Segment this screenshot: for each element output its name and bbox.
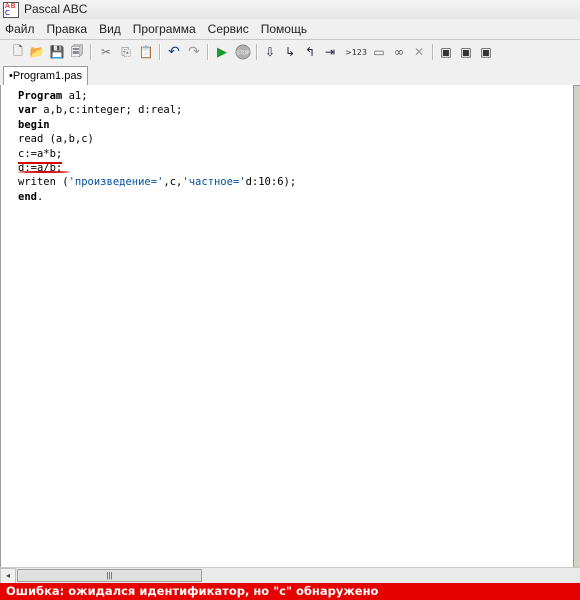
window-1-icon[interactable]: ▣ — [437, 43, 455, 61]
toolbar-separator — [256, 44, 258, 60]
copy-icon[interactable]: ⎘ — [117, 43, 135, 61]
menu-edit[interactable]: Правка — [41, 19, 94, 39]
code-line[interactable]: Program a1; — [18, 89, 296, 103]
watch-window-icon[interactable]: ▭ — [370, 43, 388, 61]
code-token: writen ( — [18, 176, 69, 189]
code-keyword: begin — [18, 118, 50, 131]
code-line[interactable]: end. — [18, 190, 296, 204]
error-status-bar: Ошибка: ожидался идентификатор, но "c" о… — [0, 583, 580, 600]
window-title: Pascal ABC — [24, 2, 88, 16]
paste-icon[interactable]: 📋 — [137, 43, 155, 61]
code-token: read (a,b,c) — [18, 133, 94, 146]
menu-bar: Файл Правка Вид Программа Сервис Помощь — [0, 19, 580, 40]
code-line[interactable]: begin — [18, 118, 296, 132]
svg-text:STOP: STOP — [236, 51, 250, 57]
clear-icon[interactable]: ✕ — [410, 43, 428, 61]
toolbar-separator — [207, 44, 209, 60]
code-editor[interactable]: Program a1; var a,b,c:integer; d:real; beg… — [0, 85, 574, 567]
tab-program1[interactable]: •Program1.pas — [3, 66, 88, 86]
code-string: 'частное=' — [182, 176, 246, 189]
step-over-icon[interactable]: ⇩ — [261, 43, 279, 61]
code-token: . — [36, 190, 44, 203]
code-token: c:=a*b; — [18, 147, 63, 160]
error-underline — [18, 162, 62, 164]
toolbar-separator — [90, 44, 92, 60]
undo-icon[interactable]: ↶ — [165, 43, 183, 61]
scroll-thumb[interactable]: ||| — [17, 569, 202, 582]
open-folder-icon[interactable]: 📂 — [28, 43, 46, 61]
save-all-icon[interactable]: 🗐 — [68, 43, 86, 61]
code-keyword: end — [18, 190, 37, 203]
horizontal-scrollbar[interactable]: ◂ ||| — [0, 567, 580, 584]
run-to-cursor-icon[interactable]: ⇥ — [321, 43, 339, 61]
toolbar: 🗋 📂 💾 🗐 ✂ ⎘ 📋 ↶ ↷ ▶ STOP ⇩ ↳ ↰ ⇥ >123 ▭ … — [0, 40, 580, 64]
menu-view[interactable]: Вид — [93, 19, 127, 39]
error-message: Ошибка: ожидался идентификатор, но "c" о… — [6, 584, 379, 598]
menu-file[interactable]: Файл — [0, 19, 41, 39]
code-string: 'произведение=' — [68, 176, 164, 189]
stop-icon[interactable]: STOP — [234, 43, 252, 61]
redo-icon[interactable]: ↷ — [185, 43, 203, 61]
code-token: d:10:6); — [245, 176, 297, 189]
breakpoints-icon[interactable]: ∞ — [390, 43, 408, 61]
code-token: a1; — [62, 90, 88, 102]
code-area[interactable]: Program a1; var a,b,c:integer; d:real; beg… — [18, 89, 296, 204]
code-line[interactable]: var a,b,c:integer; d:real; — [18, 103, 296, 117]
save-icon[interactable]: 💾 — [48, 43, 66, 61]
code-keyword: Program — [18, 90, 63, 102]
pascal-abc-app-icon: AB C — [3, 2, 19, 18]
scroll-left-icon[interactable]: ◂ — [0, 568, 16, 584]
menu-program[interactable]: Программа — [127, 19, 202, 39]
code-keyword: var — [18, 104, 37, 117]
window-2-icon[interactable]: ▣ — [457, 43, 475, 61]
code-line[interactable]: c:=a*b; — [18, 147, 296, 161]
code-line[interactable]: read (a,b,c) — [18, 132, 296, 146]
evaluate-icon[interactable]: >123 — [344, 43, 368, 61]
cut-icon[interactable]: ✂ — [97, 43, 115, 61]
run-icon[interactable]: ▶ — [213, 43, 231, 61]
menu-service[interactable]: Сервис — [202, 19, 255, 39]
toolbar-separator — [432, 44, 434, 60]
menu-help[interactable]: Помощь — [255, 19, 313, 39]
editor-tabs: •Program1.pas — [0, 64, 580, 86]
code-token: ,c, — [163, 176, 183, 189]
step-out-icon[interactable]: ↰ — [301, 43, 319, 61]
code-token: a,b,c:integer; d:real; — [36, 104, 183, 117]
code-line[interactable]: writen ('произведение=',c,'частное='d:10… — [18, 175, 296, 189]
error-underline — [18, 171, 70, 173]
step-into-icon[interactable]: ↳ — [281, 43, 299, 61]
stop-circle-icon: STOP — [235, 44, 251, 60]
window-3-icon[interactable]: ▣ — [477, 43, 495, 61]
title-bar: AB C Pascal ABC — [0, 0, 580, 20]
new-file-icon[interactable]: 🗋 — [9, 43, 27, 61]
toolbar-separator — [159, 44, 161, 60]
